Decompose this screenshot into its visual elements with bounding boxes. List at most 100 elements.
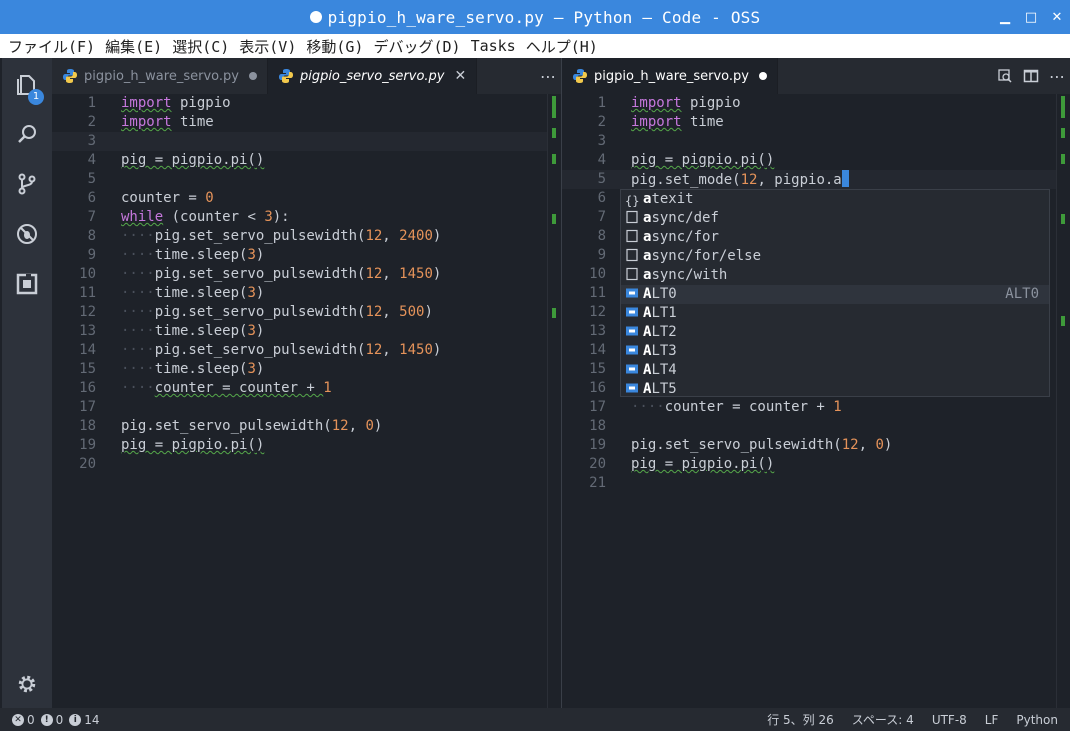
editor-group-left: pigpio_h_ware_servo.py pigpio_servo_serv…: [52, 58, 561, 708]
code-token: 1450: [399, 342, 433, 358]
suggestion-label: LT3: [651, 343, 677, 359]
line-number: 14: [79, 342, 96, 358]
suggestion-label: sync/with: [651, 267, 728, 283]
split-editor-icon[interactable]: [1018, 58, 1044, 94]
line-number: 6: [87, 190, 96, 206]
code-token: import: [121, 95, 172, 111]
menu-help[interactable]: ヘルプ(H): [526, 36, 598, 57]
menu-file[interactable]: ファイル(F): [8, 36, 95, 57]
tab-pigpio-servo-servo[interactable]: pigpio_servo_servo.py ✕: [267, 58, 478, 94]
suggestion-label: sync/def: [651, 210, 719, 226]
infos-indicator[interactable]: i 14: [69, 712, 100, 727]
scrollbar-right[interactable]: [1056, 94, 1070, 708]
extensions-button[interactable]: [2, 261, 52, 307]
unsaved-dot-icon: [309, 11, 322, 23]
menu-view[interactable]: 表示(V): [239, 36, 296, 57]
line-number: 19: [79, 437, 96, 453]
open-changes-icon[interactable]: [992, 58, 1018, 94]
suggestion-item[interactable]: ALT4: [621, 361, 1049, 380]
settings-button[interactable]: [2, 661, 52, 707]
close-tab-icon[interactable]: ✕: [455, 68, 467, 84]
language-mode[interactable]: Python: [1016, 713, 1058, 727]
warning-icon: !: [40, 713, 53, 726]
cursor-position[interactable]: 行 5、列 26: [767, 711, 834, 728]
suggestion-item[interactable]: ALT1: [621, 304, 1049, 323]
code-token: 12: [365, 342, 383, 358]
search-button[interactable]: [2, 111, 52, 157]
problems-indicator[interactable]: ✕ 0: [12, 713, 35, 727]
suggestion-item[interactable]: async/def: [621, 209, 1049, 228]
line-number: 4: [87, 152, 96, 168]
info-count: 14: [84, 712, 100, 727]
line-number: 19: [589, 437, 606, 453]
code-token: ): [424, 304, 433, 320]
close-window-button[interactable]: ✕: [1044, 0, 1070, 34]
end-of-line[interactable]: LF: [985, 713, 999, 727]
enum-icon: [626, 364, 638, 374]
explorer-button[interactable]: 1: [2, 62, 52, 108]
suggestion-item[interactable]: async/with: [621, 266, 1049, 285]
line-number: 15: [589, 361, 606, 377]
code-token: ,: [858, 437, 876, 453]
search-icon: [18, 125, 36, 143]
tab-label: pigpio_servo_servo.py: [299, 68, 445, 84]
code-token: pig.set_servo_pulsewidth(: [154, 304, 366, 320]
indentation[interactable]: スペース: 4: [852, 711, 914, 728]
suggestion-item[interactable]: ALT3: [621, 342, 1049, 361]
minimize-button[interactable]: ▁: [992, 0, 1018, 34]
suggestion-item[interactable]: async/for: [621, 228, 1049, 247]
line-number: 18: [589, 418, 606, 434]
maximize-button[interactable]: □: [1018, 0, 1044, 34]
enum-icon: [626, 288, 638, 298]
menu-tasks[interactable]: Tasks: [471, 37, 516, 55]
code-token: pig = pigpio.pi(): [121, 437, 265, 453]
menu-bar: ファイル(F) 編集(E) 選択(C) 表示(V) 移動(G) デバッグ(D) …: [0, 34, 1070, 58]
line-number: 5: [87, 171, 96, 187]
code-token: pigpio: [681, 95, 741, 111]
suggestion-item[interactable]: async/for/else: [621, 247, 1049, 266]
debug-button[interactable]: [2, 211, 52, 257]
warnings-indicator[interactable]: ! 0: [40, 713, 63, 727]
more-actions-icon[interactable]: ⋯: [1044, 58, 1070, 94]
code-token: pig.set_servo_pulsewidth(: [154, 342, 366, 358]
line-number: 7: [87, 209, 96, 225]
line-number: 3: [597, 133, 606, 149]
code-token: ): [373, 418, 383, 434]
suggestion-label: LT2: [651, 324, 677, 340]
line-number: 21: [589, 475, 606, 491]
code-token: pigpio: [171, 95, 231, 111]
suggestion-item[interactable]: ALT2: [621, 323, 1049, 342]
code-editor-left[interactable]: 1 import pigpio 2 import time 3 4 pig = pig…: [52, 94, 561, 708]
menu-edit[interactable]: 編集(E): [105, 36, 162, 57]
code-token: 3: [264, 209, 273, 225]
scrollbar-left[interactable]: [547, 94, 561, 708]
code-token: ,: [348, 418, 366, 434]
menu-debug[interactable]: デバッグ(D): [373, 36, 460, 57]
code-token: 3: [247, 247, 256, 263]
code-token: 12: [331, 418, 349, 434]
suggestion-item[interactable]: ALT5: [621, 380, 1049, 399]
suggestion-item-selected[interactable]: ALT0 ALT0: [621, 285, 1049, 304]
python-file-icon: [573, 69, 587, 83]
tab-pigpio-h-ware-servo-right[interactable]: pigpio_h_ware_servo.py: [562, 58, 778, 94]
code-token: ):: [272, 209, 290, 225]
encoding[interactable]: UTF-8: [932, 713, 967, 727]
git-branch-icon: [18, 173, 36, 195]
source-control-button[interactable]: [2, 161, 52, 207]
code-editor-right[interactable]: 1 import pigpio 2 import time 3 4 pig = pig…: [562, 94, 1070, 708]
suggestion-item[interactable]: {} atexit: [621, 190, 1049, 209]
code-token: time.sleep(: [154, 247, 248, 263]
code-token: 1: [833, 399, 842, 415]
code-token: ): [883, 437, 893, 453]
code-token: 12: [841, 437, 859, 453]
tab-pigpio-h-ware-servo-left[interactable]: pigpio_h_ware_servo.py: [52, 58, 268, 94]
error-icon: ✕: [12, 713, 24, 726]
menu-go[interactable]: 移動(G): [306, 36, 363, 57]
enum-icon: [626, 326, 638, 336]
code-token: pig.set_mode(: [631, 172, 741, 188]
menu-selection[interactable]: 選択(C): [172, 36, 229, 57]
more-actions-icon[interactable]: ⋯: [535, 58, 561, 94]
diff-marker: [552, 128, 556, 138]
code-token: pig.set_servo_pulsewidth(: [154, 228, 366, 244]
enum-icon: [626, 383, 638, 393]
